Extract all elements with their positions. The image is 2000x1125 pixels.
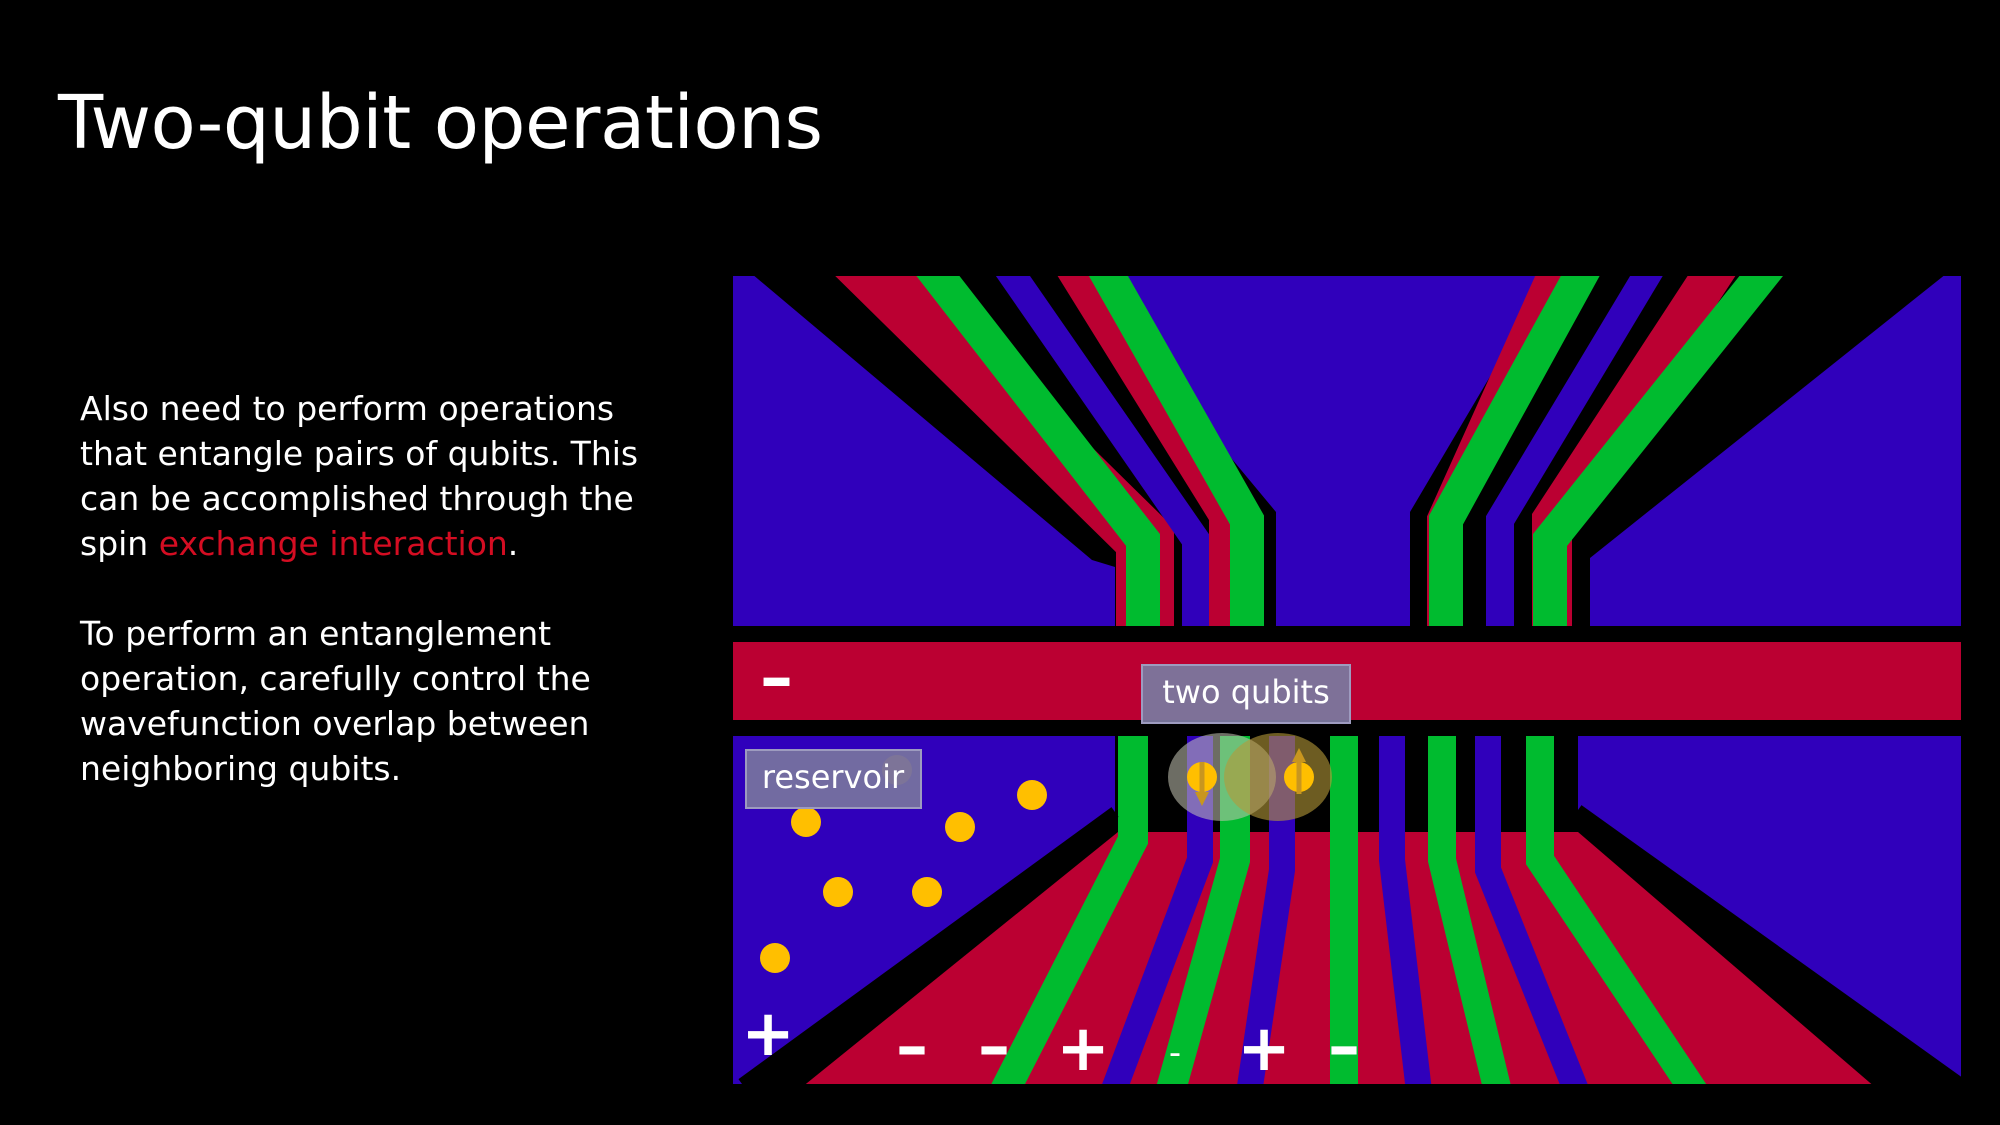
reservoir-label: reservoir [762, 758, 905, 796]
gate-sign: – [1328, 1010, 1360, 1084]
slide-title: Two-qubit operations [58, 80, 823, 166]
paragraph-exchange-interaction: Also need to perform operations that ent… [80, 386, 680, 566]
electron-dot-icon [823, 877, 853, 907]
gate-sign: + [1237, 1012, 1291, 1084]
reservoir-sign: + [741, 997, 795, 1071]
gate-sign: - [1169, 1033, 1181, 1073]
electron-dot-icon [945, 812, 975, 842]
electron-dot-icon [791, 807, 821, 837]
electron-dot-icon [760, 943, 790, 973]
gate-sign: – [978, 1010, 1010, 1084]
gate-sign: – [896, 1010, 928, 1084]
highlight-exchange-interaction: exchange interaction [158, 524, 508, 563]
paragraph-text-end: . [507, 524, 519, 563]
qubit-wavefunction-right [1224, 733, 1332, 821]
gate-sign: + [1056, 1012, 1110, 1084]
paragraph-entanglement-operation: To perform an entanglement operation, ca… [80, 614, 591, 788]
qubits-label: two qubits [1162, 673, 1329, 711]
quantum-dot-device-diagram: – reservoir two qubits + – – + - + – [733, 276, 1961, 1084]
barrier-sign: – [760, 639, 793, 716]
electron-dot-icon [912, 877, 942, 907]
electron-dot-icon [1017, 780, 1047, 810]
barrier-gap-top [733, 626, 1961, 642]
